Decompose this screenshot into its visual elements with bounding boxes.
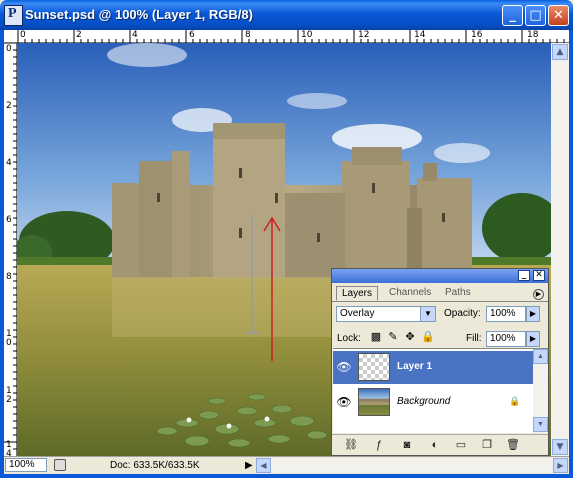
ruler-label: 6 [6,215,12,225]
opacity-label: Opacity: [444,308,481,319]
panel-minimize-button[interactable]: _ [518,270,530,281]
title-bar[interactable]: P Sunset.psd @ 100% (Layer 1, RGB/8) _ □… [0,0,573,30]
tab-paths[interactable]: Paths [440,286,476,301]
doc-size-text: Doc: 633.5K/633.5K [110,460,200,471]
lock-icon: 🔒 [509,396,521,406]
ruler-label: 1 0 [6,329,12,348]
ruler-label: 8 [245,30,251,40]
horizontal-ruler[interactable]: 0 2 4 6 8 10 12 14 16 18 [4,30,569,43]
trash-icon[interactable]: 🗑 [506,438,520,452]
layer-name: Layer 1 [397,361,433,372]
scroll-down-button[interactable]: ▼ [552,439,568,455]
blend-mode-value: Overlay [340,308,375,319]
ruler-label: 0 [6,44,12,54]
new-layer-icon[interactable]: ❐ [480,438,494,452]
ruler-label: 4 [6,158,12,168]
scroll-up-button[interactable]: ▲ [533,349,548,364]
layers-panel: _ ✕ Layers Channels Paths ▶ Overlay ▼ Op… [331,268,549,456]
scroll-right-button[interactable]: ▶ [553,458,568,473]
ruler-label: 10 [301,30,313,40]
ruler-ticks [17,30,565,43]
panel-tabs: Layers Channels Paths [332,284,548,302]
layer-thumbnail [358,353,390,381]
layer-name: Background [397,396,451,407]
panel-menu-button[interactable]: ▶ [533,289,544,300]
status-info-icon[interactable] [54,459,66,471]
lock-paint-icon[interactable]: ✎ [387,331,399,343]
ruler-label: 12 [358,30,370,40]
adjustment-layer-icon[interactable]: ◐ [428,438,442,452]
window-frame-right [569,30,573,478]
fill-slider-button[interactable]: ▶ [526,331,540,347]
ruler-label: 4 [132,30,138,40]
ruler-label: 14 [414,30,426,40]
tab-layers[interactable]: Layers [336,286,379,301]
layer-row-background[interactable]: 👁 Background 🔒 [333,386,533,419]
eye-icon[interactable]: 👁 [336,394,352,410]
panel-title-bar[interactable]: _ ✕ [332,269,548,283]
scroll-left-button[interactable]: ◀ [256,458,271,473]
new-group-icon[interactable]: ▭ [454,438,468,452]
scroll-down-button[interactable]: ▼ [533,417,548,432]
blend-mode-select[interactable]: Overlay ▼ [336,306,436,322]
lock-transparency-icon[interactable]: ▩ [370,331,382,343]
ruler-label: 2 [76,30,82,40]
horizontal-scrollbar[interactable]: ◀ ▶ [256,458,568,473]
opacity-slider-button[interactable]: ▶ [526,306,540,322]
maximize-button[interactable]: □ [525,5,546,26]
add-mask-icon[interactable]: ◙ [400,438,414,452]
window-title: Sunset.psd @ 100% (Layer 1, RGB/8) [25,7,253,22]
ruler-label: 16 [471,30,483,40]
lock-all-icon[interactable]: 🔒 [421,331,435,343]
lock-label: Lock: [337,333,361,344]
chevron-down-icon[interactable]: ▼ [420,307,435,321]
ruler-label: 1 2 [6,386,12,405]
document-window: P Sunset.psd @ 100% (Layer 1, RGB/8) _ □… [0,0,573,478]
photoshop-icon: P [4,5,23,26]
ruler-label: 0 [20,30,26,40]
fill-label: Fill: [466,333,482,344]
fill-field[interactable]: 100% [486,331,526,347]
status-bar: 100% Doc: 633.5K/633.5K ▶ ◀ ▶ [4,456,569,474]
vertical-scrollbar[interactable]: ▲ ▼ [551,43,569,456]
tab-channels[interactable]: Channels [384,286,436,301]
panel-close-button[interactable]: ✕ [533,270,545,281]
minimize-button[interactable]: _ [502,5,523,26]
link-layers-icon[interactable]: ⛓ [344,438,358,452]
opacity-field[interactable]: 100% [486,306,526,322]
ruler-label: 8 [6,272,12,282]
ruler-label: 2 [6,101,12,111]
ruler-label: 18 [527,30,539,40]
layer-thumbnail [358,388,390,416]
lock-position-icon[interactable]: ✥ [404,331,416,343]
vertical-ruler[interactable]: 0 2 4 6 8 1 0 1 2 1 4 [4,43,17,459]
layer-style-icon[interactable]: ƒ [372,438,386,452]
eye-icon[interactable]: 👁 [336,359,352,375]
status-menu-arrow[interactable]: ▶ [245,460,253,471]
layer-row-layer-1[interactable]: 👁 Layer 1 [333,351,533,384]
scroll-up-button[interactable]: ▲ [552,44,568,60]
panel-bottom-toolbar: ⛓ ƒ ◙ ◐ ▭ ❐ 🗑 [332,434,548,455]
layers-scrollbar[interactable]: ▲ ▼ [533,348,548,433]
ruler-label: 6 [189,30,195,40]
zoom-field[interactable]: 100% [5,458,47,472]
window-frame-bottom [0,474,573,478]
layers-list: 👁 Layer 1 👁 Background 🔒 [333,348,533,433]
close-button[interactable]: ✕ [548,5,569,26]
